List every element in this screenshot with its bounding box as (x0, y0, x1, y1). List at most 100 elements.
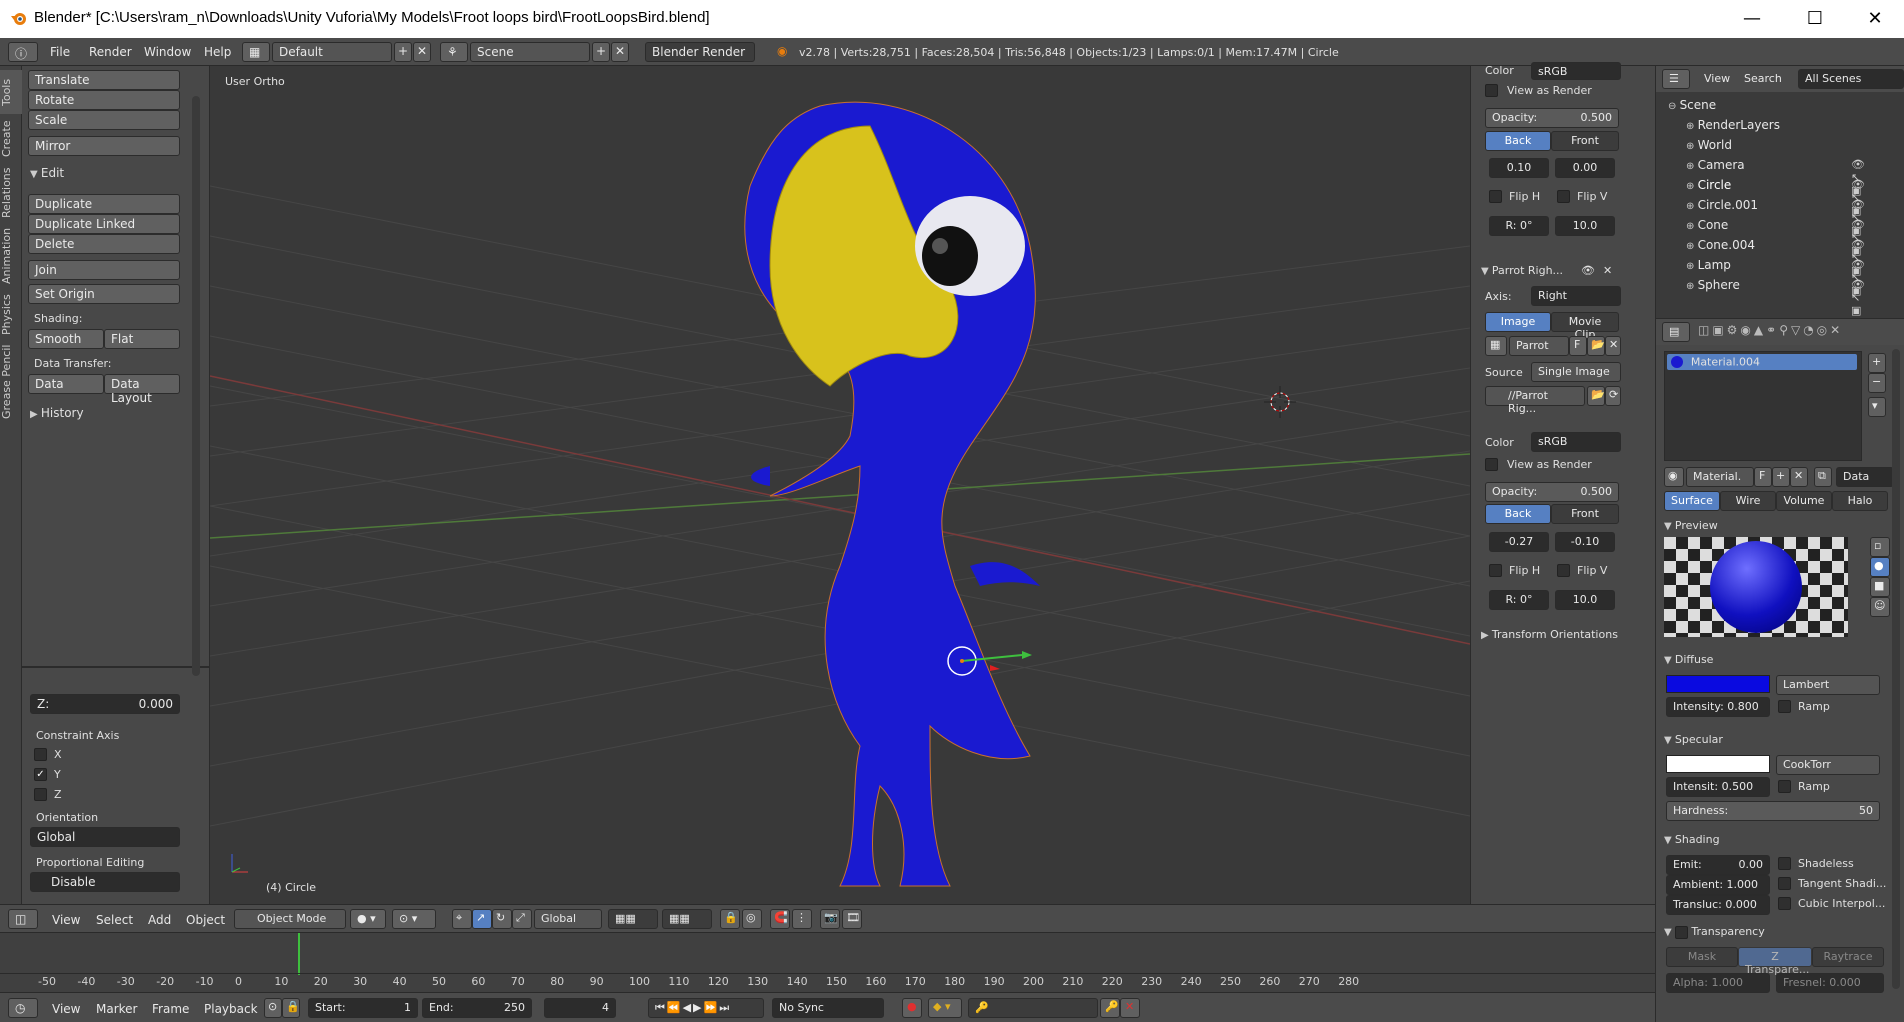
opengl-render-image-icon[interactable]: 📷 (820, 909, 840, 929)
data-button[interactable]: Data (28, 374, 104, 394)
bg2-size[interactable]: 10.0 (1555, 590, 1615, 610)
add-layout-icon[interactable]: + (394, 42, 412, 62)
menu-render[interactable]: Render (89, 45, 132, 59)
timeline[interactable]: -50 -40 -30 -20 -10 0 10 20 30 40 50 60 70 80 90 100 110… (0, 932, 1655, 992)
vp-menu-select[interactable]: Select (96, 913, 133, 927)
properties-editor-type-icon[interactable]: ▤ (1662, 322, 1690, 342)
constraint-y-checkbox[interactable]: ✓ (34, 768, 47, 781)
vp-menu-add[interactable]: Add (148, 913, 171, 927)
bg2-rotation[interactable]: R: 0° (1489, 590, 1549, 610)
outliner-expand-icon[interactable]: ⊕ (1686, 141, 1698, 152)
scale-manipulator-icon[interactable]: ⤢ (512, 909, 532, 929)
tab-relations[interactable]: Relations (0, 164, 22, 222)
manipulator-toggle-icon[interactable]: ⌖ (452, 909, 472, 929)
menu-window[interactable]: Window (144, 45, 191, 59)
viewport-editor-type-icon[interactable]: ◫ (8, 909, 38, 929)
bg1-flip-h-checkbox[interactable] (1489, 190, 1502, 203)
tab-surface[interactable]: Surface (1664, 491, 1720, 511)
remove-layout-icon[interactable]: ✕ (413, 42, 431, 62)
vp-menu-view[interactable]: View (52, 913, 80, 927)
z-field[interactable]: Z: 0.000 (30, 694, 180, 714)
material-link-select[interactable]: Data (1836, 467, 1894, 487)
playback-controls-icons[interactable]: ⏮⏪◀▶⏩⏭ (648, 998, 764, 1018)
diffuse-intensity-slider[interactable]: Intensity: 0.800 (1666, 697, 1770, 717)
scene-icon[interactable]: ⚘ (440, 42, 468, 62)
diffuse-color-swatch[interactable] (1666, 675, 1770, 693)
snap-toggle-icon[interactable]: 🧲 (770, 909, 790, 929)
bg2-y-offset[interactable]: -0.10 (1555, 532, 1615, 552)
outliner-expand-icon[interactable]: ⊕ (1686, 161, 1698, 172)
tl-menu-playback[interactable]: Playback (204, 1002, 258, 1016)
proportional-edit-icon[interactable]: ◎ (742, 909, 762, 929)
duplicate-linked-button[interactable]: Duplicate Linked (28, 214, 180, 234)
bg2-opacity-slider[interactable]: Opacity: 0.500 (1485, 482, 1619, 502)
close-window-button[interactable]: ✕ (1846, 0, 1904, 38)
outliner-editor-type-icon[interactable]: ☰ (1662, 69, 1690, 89)
outliner-item[interactable]: ⊕ Cone 👁 ↖ ▣ (1686, 218, 1865, 257)
bg1-x-offset[interactable]: 0.10 (1489, 158, 1549, 178)
bg2-front-button[interactable]: Front (1551, 504, 1619, 524)
material-slot-selected[interactable]: Material.004 (1667, 354, 1857, 370)
bg2-unlink-icon[interactable]: ✕ (1605, 336, 1621, 356)
bg1-view-as-render-checkbox[interactable] (1485, 84, 1498, 97)
material-fake-user-button[interactable]: F (1754, 467, 1772, 487)
material-link-icon[interactable]: ⧉ (1814, 467, 1832, 487)
bg2-movie-clip-button[interactable]: Movie Clip (1551, 312, 1619, 341)
start-frame-field[interactable]: Start: 1 (308, 998, 418, 1018)
object-mode-select[interactable]: Object Mode (234, 909, 346, 929)
tab-wire[interactable]: Wire (1720, 491, 1776, 511)
diffuse-panel-header[interactable]: ▼ Diffuse (1664, 653, 1713, 666)
lock-range-icon[interactable]: 🔒 (282, 998, 300, 1018)
tab-volume[interactable]: Volume (1776, 491, 1832, 511)
tl-menu-frame[interactable]: Frame (152, 1002, 189, 1016)
outliner-item[interactable]: ⊕ Camera 👁 ↖ ▣ (1686, 158, 1865, 197)
bg2-open-image-icon[interactable]: 📂 (1587, 336, 1605, 356)
remove-material-slot-icon[interactable]: − (1868, 373, 1886, 393)
bg1-opacity-slider[interactable]: Opacity: 0.500 (1485, 108, 1619, 128)
bg2-flip-v-checkbox[interactable] (1557, 564, 1570, 577)
remove-scene-icon[interactable]: ✕ (611, 42, 629, 62)
delete-keyframe-icon[interactable]: ✕ (1120, 998, 1140, 1018)
diffuse-ramp-checkbox[interactable] (1778, 700, 1791, 713)
outliner-expand-icon[interactable]: ⊕ (1686, 201, 1698, 212)
outliner-expand-icon[interactable]: ⊕ (1686, 121, 1698, 132)
snap-element-icon[interactable]: ⋮ (792, 909, 812, 929)
transform-orientation-select[interactable]: Global (534, 909, 602, 929)
outliner-expand-icon[interactable]: ⊖ (1668, 101, 1680, 112)
history-panel-header[interactable]: ▶ History (30, 406, 84, 420)
bg1-y-offset[interactable]: 0.00 (1555, 158, 1615, 178)
transparency-ztransp-button[interactable]: Z Transpare... (1738, 947, 1812, 976)
proportional-editing-select[interactable]: Disable (30, 872, 180, 892)
hardness-field[interactable]: Hardness: 50 (1666, 801, 1880, 821)
viewport-shading-icon[interactable]: ● ▾ (350, 909, 386, 929)
bg1-back-button[interactable]: Back (1485, 131, 1551, 151)
preview-monkey-icon[interactable]: ☺ (1870, 597, 1890, 617)
preview-sphere-icon[interactable]: ● (1870, 557, 1890, 577)
menu-file[interactable]: File (50, 45, 70, 59)
pivot-point-icon[interactable]: ⊙ ▾ (392, 909, 436, 929)
scale-button[interactable]: Scale (28, 110, 180, 130)
keying-set-icon[interactable]: ◆ ▾ (928, 998, 962, 1018)
cubic-interpolation-checkbox[interactable] (1778, 897, 1791, 910)
specular-panel-header[interactable]: ▼ Specular (1664, 733, 1723, 746)
end-frame-field[interactable]: End: 250 (422, 998, 532, 1018)
outliner-expand-icon[interactable]: ⊕ (1686, 221, 1698, 232)
bg2-image-name[interactable]: Parrot (1509, 336, 1569, 356)
menu-help[interactable]: Help (204, 45, 231, 59)
delete-button[interactable]: Delete (28, 234, 180, 254)
bg1-flip-v-checkbox[interactable] (1557, 190, 1570, 203)
fresnel-field[interactable]: Fresnel: 0.000 (1776, 973, 1884, 993)
bg1-size[interactable]: 10.0 (1555, 216, 1615, 236)
specular-intensity-slider[interactable]: Intensit: 0.500 (1666, 777, 1770, 797)
bg2-axis-select[interactable]: Right (1531, 286, 1621, 306)
outliner-item[interactable]: ⊕ Cone.004 👁 ↖ ▣ (1686, 238, 1865, 277)
layers-1-grid-icon[interactable]: ▦▦ (608, 909, 658, 929)
set-origin-button[interactable]: Set Origin (28, 284, 180, 304)
rotate-button[interactable]: Rotate (28, 90, 180, 110)
bg2-remove-icon[interactable]: ✕ (1603, 264, 1612, 277)
duplicate-button[interactable]: Duplicate (28, 194, 180, 214)
bg2-view-as-render-checkbox[interactable] (1485, 458, 1498, 471)
bg2-reload-icon[interactable]: ⟳ (1605, 386, 1621, 406)
auto-keyframe-record-icon[interactable]: ● (902, 998, 922, 1018)
constraint-x-checkbox[interactable] (34, 748, 47, 761)
